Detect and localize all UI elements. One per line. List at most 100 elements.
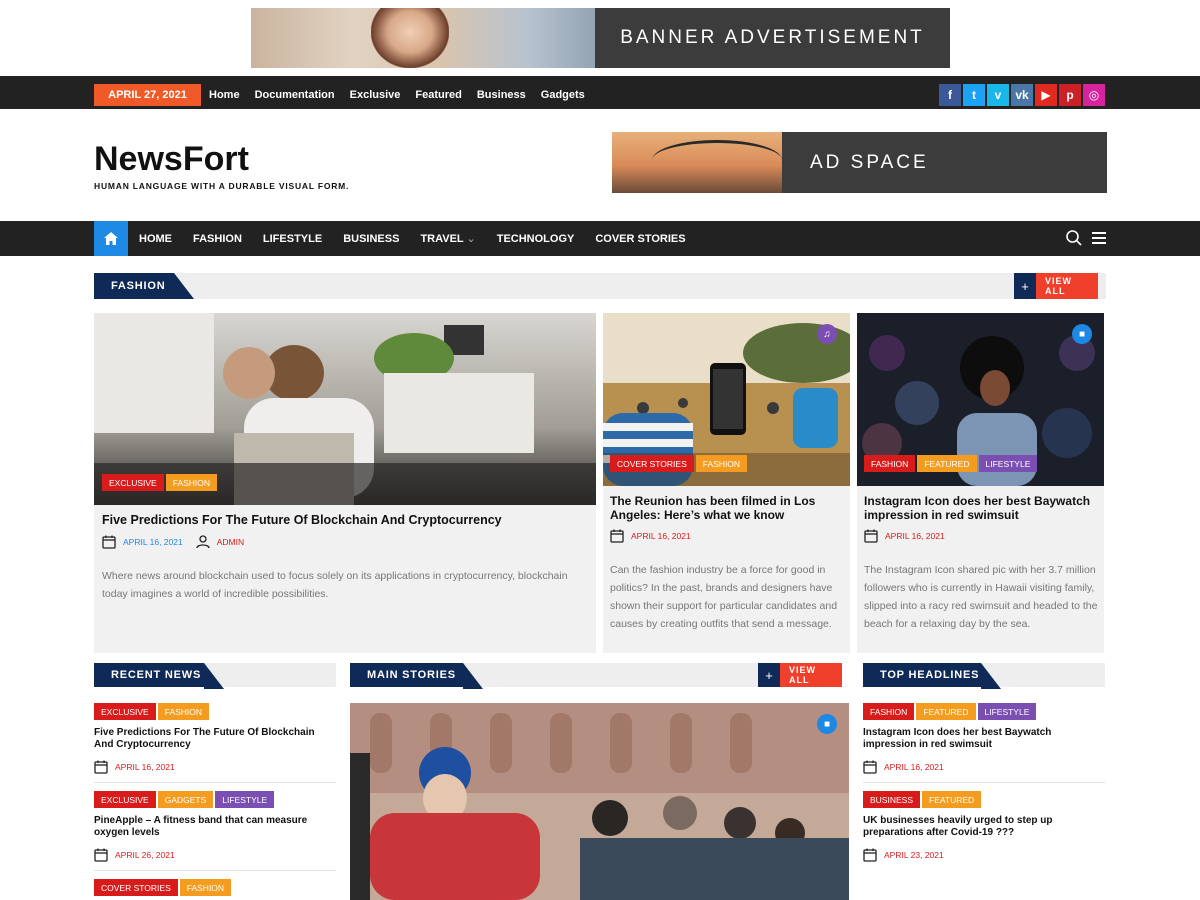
- top-headlines-header: TOP HEADLINES: [863, 663, 1105, 689]
- view-all-control: + VIEW ALL: [1014, 273, 1098, 299]
- top-link-gadgets[interactable]: Gadgets: [541, 89, 585, 101]
- tag-list: EXCLUSIVE GADGETS LIFESTYLE: [94, 791, 336, 808]
- tag-exclusive[interactable]: EXCLUSIVE: [94, 791, 156, 808]
- tag-fashion[interactable]: FASHION: [157, 703, 210, 720]
- list-item[interactable]: EXCLUSIVE GADGETS LIFESTYLE PineApple – …: [94, 791, 336, 862]
- list-item-date[interactable]: APRIL 16, 2021: [115, 762, 175, 772]
- top-link-exclusive[interactable]: Exclusive: [350, 89, 401, 101]
- video-icon: ■: [1072, 324, 1092, 344]
- tag-fashion[interactable]: FASHION: [695, 455, 748, 472]
- list-item[interactable]: COVER STORIES FASHION: [94, 879, 336, 896]
- pinterest-icon[interactable]: p: [1059, 84, 1081, 106]
- tag-featured[interactable]: FEATURED: [916, 703, 976, 720]
- article-title[interactable]: Instagram Icon does her best Baywatch im…: [864, 494, 1100, 522]
- facebook-icon[interactable]: f: [939, 84, 961, 106]
- featured-card-second[interactable]: ♫ COVER STORIES FASHION The Reunion has …: [603, 313, 850, 653]
- home-icon[interactable]: [94, 221, 128, 256]
- article-meta: APRIL 16, 2021: [610, 529, 691, 543]
- main-navigation: HOME FASHION LIFESTYLE BUSINESS TRAVEL ⌄…: [0, 221, 1200, 256]
- top-link-business[interactable]: Business: [477, 89, 526, 101]
- social-links: f t v vk ▶ p ◎: [939, 84, 1105, 106]
- tag-fashion[interactable]: FASHION: [864, 455, 916, 472]
- plus-icon[interactable]: +: [758, 663, 780, 687]
- list-item-date[interactable]: APRIL 23, 2021: [884, 850, 944, 860]
- top-links: Home Documentation Exclusive Featured Bu…: [209, 84, 585, 106]
- section-title: FASHION: [94, 273, 194, 299]
- search-icon[interactable]: [1066, 230, 1082, 246]
- nav-item-cover-stories[interactable]: COVER STORIES: [595, 233, 685, 245]
- site-logo[interactable]: NewsFort: [94, 140, 249, 179]
- nav-item-home[interactable]: HOME: [139, 233, 172, 245]
- nav-item-fashion[interactable]: FASHION: [193, 233, 242, 245]
- article-title[interactable]: Five Predictions For The Future Of Block…: [102, 513, 582, 527]
- list-item-title[interactable]: UK businesses heavily urged to step up p…: [863, 815, 1105, 839]
- menu-icon[interactable]: [1092, 232, 1106, 244]
- featured-card-third[interactable]: ■ FASHION FEATURED LIFESTYLE Instagram I…: [857, 313, 1104, 653]
- top-link-featured[interactable]: Featured: [415, 89, 461, 101]
- tag-business[interactable]: BUSINESS: [863, 791, 920, 808]
- list-item-title[interactable]: Instagram Icon does her best Baywatch im…: [863, 727, 1105, 751]
- list-item-meta: APRIL 23, 2021: [863, 848, 1105, 862]
- tag-cover-stories[interactable]: COVER STORIES: [610, 455, 694, 472]
- tag-list: BUSINESS FEATURED: [863, 791, 1105, 808]
- tag-lifestyle[interactable]: LIFESTYLE: [978, 455, 1038, 472]
- featured-card-main[interactable]: EXCLUSIVE FASHION Five Predictions For T…: [94, 313, 596, 653]
- nav-item-lifestyle[interactable]: LIFESTYLE: [263, 233, 322, 245]
- list-item-title[interactable]: Five Predictions For The Future Of Block…: [94, 727, 336, 751]
- tag-lifestyle[interactable]: LIFESTYLE: [977, 703, 1037, 720]
- list-item-date[interactable]: APRIL 26, 2021: [115, 850, 175, 860]
- calendar-icon: [863, 848, 877, 862]
- calendar-icon: [864, 529, 878, 543]
- header-ad-space[interactable]: AD SPACE: [612, 132, 1107, 193]
- vimeo-icon[interactable]: v: [987, 84, 1009, 106]
- tag-exclusive[interactable]: EXCLUSIVE: [102, 474, 164, 491]
- article-date[interactable]: APRIL 16, 2021: [885, 531, 945, 541]
- youtube-icon[interactable]: ▶: [1035, 84, 1057, 106]
- article-title[interactable]: The Reunion has been filmed in Los Angel…: [610, 494, 846, 522]
- banner-label: BANNER ADVERTISEMENT: [595, 8, 950, 68]
- tag-exclusive[interactable]: EXCLUSIVE: [94, 703, 156, 720]
- user-icon: [196, 535, 210, 549]
- tag-fashion[interactable]: FASHION: [179, 879, 232, 896]
- main-story-image[interactable]: [350, 703, 849, 900]
- list-item[interactable]: BUSINESS FEATURED UK businesses heavily …: [863, 791, 1105, 862]
- article-author[interactable]: ADMIN: [217, 537, 244, 547]
- twitter-icon[interactable]: t: [963, 84, 985, 106]
- tag-gadgets[interactable]: GADGETS: [157, 791, 214, 808]
- article-date[interactable]: APRIL 16, 2021: [123, 537, 183, 547]
- tag-cover-stories[interactable]: COVER STORIES: [94, 879, 178, 896]
- nav-item-technology[interactable]: TECHNOLOGY: [497, 233, 575, 245]
- nav-item-travel[interactable]: TRAVEL ⌄: [420, 232, 475, 245]
- instagram-icon[interactable]: ◎: [1083, 84, 1105, 106]
- tag-lifestyle[interactable]: LIFESTYLE: [215, 791, 275, 808]
- list-item-date[interactable]: APRIL 16, 2021: [884, 762, 944, 772]
- calendar-icon: [610, 529, 624, 543]
- banner-advertisement[interactable]: BANNER ADVERTISEMENT: [251, 8, 950, 68]
- tag-list: EXCLUSIVE FASHION: [102, 474, 218, 491]
- calendar-icon: [94, 848, 108, 862]
- top-link-documentation[interactable]: Documentation: [255, 89, 335, 101]
- article-excerpt: Where news around blockchain used to foc…: [102, 570, 568, 600]
- tag-featured[interactable]: FEATURED: [917, 455, 977, 472]
- ad-photo: [612, 132, 782, 193]
- music-icon: ♫: [817, 324, 837, 344]
- list-item[interactable]: FASHION FEATURED LIFESTYLE Instagram Ico…: [863, 703, 1105, 774]
- top-link-home[interactable]: Home: [209, 89, 240, 101]
- nav-item-business[interactable]: BUSINESS: [343, 233, 399, 245]
- article-date[interactable]: APRIL 16, 2021: [631, 531, 691, 541]
- list-item-meta: APRIL 16, 2021: [863, 760, 1105, 774]
- tag-list: EXCLUSIVE FASHION: [94, 703, 336, 720]
- plus-icon[interactable]: +: [1014, 273, 1036, 299]
- nav-menu: HOME FASHION LIFESTYLE BUSINESS TRAVEL ⌄…: [139, 221, 686, 256]
- vk-icon[interactable]: vk: [1011, 84, 1033, 106]
- view-all-button[interactable]: VIEW ALL: [1036, 273, 1098, 299]
- article-excerpt: Can the fashion industry be a force for …: [610, 564, 838, 630]
- tag-fashion[interactable]: FASHION: [165, 474, 218, 491]
- list-item-title[interactable]: PineApple – A fitness band that can meas…: [94, 815, 336, 839]
- list-item[interactable]: EXCLUSIVE FASHION Five Predictions For T…: [94, 703, 336, 774]
- tag-fashion[interactable]: FASHION: [863, 703, 915, 720]
- banner-photo: [251, 8, 595, 68]
- divider: [94, 782, 336, 783]
- view-all-button[interactable]: VIEW ALL: [780, 663, 842, 687]
- tag-featured[interactable]: FEATURED: [922, 791, 982, 808]
